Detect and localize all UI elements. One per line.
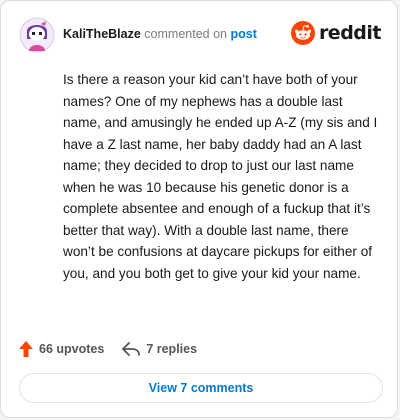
username-link[interactable]: KaliTheBlaze — [63, 27, 141, 41]
reddit-wordmark: reddit — [318, 22, 382, 44]
upvote-arrow-icon — [19, 341, 33, 357]
upvotes-stat[interactable]: 66 upvotes — [19, 341, 104, 357]
reddit-brand[interactable]: reddit — [290, 21, 382, 45]
comment-card: KaliTheBlaze commented on post reddit Is… — [0, 0, 398, 418]
user-avatar-icon[interactable] — [19, 17, 55, 53]
upvotes-count: 66 upvotes — [39, 342, 105, 356]
comment-footer: 66 upvotes 7 replies — [19, 339, 197, 359]
view-comments-button[interactable]: View 7 comments — [19, 373, 383, 403]
reply-icon — [122, 342, 141, 356]
action-text: commented on — [144, 27, 227, 41]
replies-count: 7 replies — [146, 342, 198, 356]
comment-header: KaliTheBlaze commented on post — [63, 26, 257, 42]
replies-stat[interactable]: 7 replies — [122, 342, 197, 356]
comment-body: Is there a reason your kid can’t have bo… — [63, 72, 378, 281]
post-link[interactable]: post — [230, 27, 256, 41]
reddit-logo-icon — [290, 21, 315, 45]
